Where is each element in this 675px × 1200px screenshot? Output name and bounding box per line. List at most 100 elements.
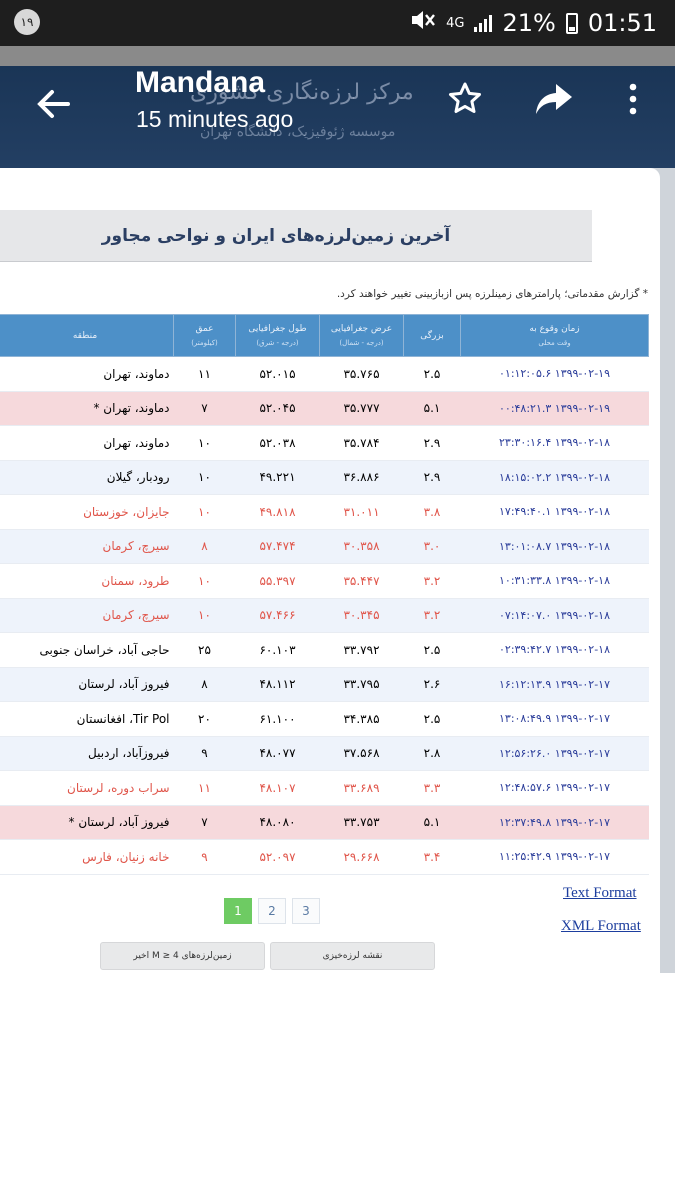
cell-mag: ۳.۴ — [403, 839, 461, 875]
cell-lon: ۴۹.۸۱۸ — [235, 494, 320, 530]
text-format-link[interactable]: Text Format — [563, 885, 637, 902]
cell-lat: ۳۰.۳۴۵ — [319, 598, 404, 633]
cell-depth: ۱۱ — [173, 356, 236, 392]
section-title: آخرین زمین‌لرزه‌های ایران و نواحی مجاور — [0, 210, 592, 262]
cell-lon: ۴۸.۱۰۷ — [235, 770, 320, 806]
network-type: 4G — [446, 15, 465, 31]
column-label: عرض جغرافیایی — [330, 323, 393, 334]
cell-lon: ۴۸.۰۷۷ — [235, 736, 320, 771]
table-row[interactable]: ۱۳۹۹-۰۲-۱۷ ۱۲:۳۷:۴۹.۸ ۵.۱ ۳۳.۷۵۳ ۴۸.۰۸۰ ۷ فیر… — [0, 805, 649, 840]
table-row[interactable]: ۱۳۹۹-۰۲-۱۷ ۱۶:۱۲:۱۳.۹ ۲.۶ ۳۳.۷۹۵ ۴۸.۱۱۲ ۸ فیر… — [0, 667, 649, 702]
cell-lon: ۴۹.۲۲۱ — [235, 460, 320, 495]
table-row[interactable]: ۱۳۹۹-۰۲-۱۷ ۱۲:۴۸:۵۷.۶ ۳.۳ ۳۳.۶۸۹ ۴۸.۱۰۷ ۱۱ سر… — [0, 770, 649, 806]
cell-lat: ۳۳.۶۸۹ — [319, 770, 404, 806]
cell-time: ۱۳۹۹-۰۲-۱۹ ۰۱:۱۲:۰۵.۶ — [460, 356, 649, 392]
column-label: طول جغرافیایی — [248, 323, 307, 334]
clock: 01:51 — [587, 9, 657, 37]
cell-region: دماوند، تهران * — [0, 391, 174, 426]
cell-lon: ۴۸.۰۸۰ — [235, 805, 320, 840]
cell-time: ۱۳۹۹-۰۲-۱۸ ۰۷:۱۴:۰۷.۰ — [460, 598, 649, 633]
cell-depth: ۱۰ — [173, 563, 236, 599]
cell-region: دماوند، تهران — [0, 425, 174, 461]
page-3-button[interactable]: 3 — [292, 898, 320, 924]
sender-name: Mandana — [135, 66, 266, 99]
seismicity-map-button[interactable]: نقشه لرزه‌خیزی — [270, 942, 435, 970]
table-row[interactable]: ۱۳۹۹-۰۲-۱۸ ۱۰:۳۱:۳۳.۸ ۳.۲ ۳۵.۴۴۷ ۵۵.۳۹۷ ۱۰ طر… — [0, 563, 649, 599]
cell-region: فیروز آباد، لرستان * — [0, 805, 174, 840]
cell-lon: ۵۷.۴۷۴ — [235, 529, 320, 564]
cell-mag: ۲.۵ — [403, 701, 461, 737]
cell-depth: ۲۵ — [173, 632, 236, 668]
table-row[interactable]: ۱۳۹۹-۰۲-۱۸ ۱۳:۰۱:۰۸.۷ ۳.۰ ۳۰.۳۵۸ ۵۷.۴۷۴ ۸ سیر… — [0, 529, 649, 564]
cell-time: ۱۳۹۹-۰۲-۱۸ ۰۲:۳۹:۴۲.۷ — [460, 632, 649, 668]
column-header: بزرگی — [403, 314, 461, 357]
cell-region: فیروزآباد، اردبیل — [0, 736, 174, 771]
cell-lat: ۳۳.۷۹۵ — [319, 667, 404, 702]
cell-time: ۱۳۹۹-۰۲-۱۷ ۱۲:۵۶:۲۶.۰ — [460, 736, 649, 771]
cell-lon: ۵۲.۰۴۵ — [235, 391, 320, 426]
column-sublabel: وقت محلی — [538, 338, 571, 347]
table-row[interactable]: ۱۳۹۹-۰۲-۱۸ ۰۲:۳۹:۴۲.۷ ۲.۵ ۳۳.۷۹۲ ۶۰.۱۰۳ ۲۵ حا… — [0, 632, 649, 668]
app-bar: مرکز لرزه‌نگاری کشوری موسسه ژئوفیزیک، دا… — [0, 66, 675, 168]
cell-region: فیروز آباد، لرستان — [0, 667, 174, 702]
table-row[interactable]: ۱۳۹۹-۰۲-۱۸ ۱۸:۱۵:۰۲.۲ ۲.۹ ۳۶.۸۸۶ ۴۹.۲۲۱ ۱۰ رو… — [0, 460, 649, 495]
column-sublabel: (درجه - شرق) — [256, 338, 299, 347]
xml-format-link[interactable]: XML Format — [561, 918, 641, 935]
cell-mag: ۳.۰ — [403, 529, 461, 564]
cell-time: ۱۳۹۹-۰۲-۱۸ ۱۸:۱۵:۰۲.۲ — [460, 460, 649, 495]
table-row[interactable]: ۱۳۹۹-۰۲-۱۸ ۰۷:۱۴:۰۷.۰ ۳.۲ ۳۰.۳۴۵ ۵۷.۴۶۶ ۱۰ سی… — [0, 598, 649, 633]
cell-lat: ۳۳.۷۹۲ — [319, 632, 404, 668]
cell-depth: ۸ — [173, 667, 236, 702]
cell-region: جایزان، خوزستان — [0, 494, 174, 530]
cell-region: طرود، سمنان — [0, 563, 174, 599]
cell-mag: ۳.۲ — [403, 563, 461, 599]
column-header: منطقه — [0, 314, 174, 357]
cell-time: ۱۳۹۹-۰۲-۱۷ ۱۳:۰۸:۴۹.۹ — [460, 701, 649, 737]
cell-time: ۱۳۹۹-۰۲-۱۷ ۱۶:۱۲:۱۳.۹ — [460, 667, 649, 702]
table-row[interactable]: ۱۳۹۹-۰۲-۱۷ ۱۳:۰۸:۴۹.۹ ۲.۵ ۳۴.۳۸۵ ۶۱.۱۰۰ ۲۰ Ti… — [0, 701, 649, 737]
more-options-icon[interactable] — [624, 80, 642, 122]
cell-depth: ۹ — [173, 839, 236, 875]
cell-region: Tir Pol، افغانستان — [0, 701, 174, 737]
cell-lat: ۳۵.۷۶۵ — [319, 356, 404, 392]
cell-mag: ۳.۸ — [403, 494, 461, 530]
page-1-button[interactable]: 1 — [224, 898, 252, 924]
cell-lon: ۵۷.۴۶۶ — [235, 598, 320, 633]
share-icon[interactable] — [534, 80, 574, 122]
cell-depth: ۹ — [173, 736, 236, 771]
back-arrow-icon[interactable] — [34, 84, 74, 124]
cell-lat: ۳۱.۰۱۱ — [319, 494, 404, 530]
cell-lon: ۶۰.۱۰۳ — [235, 632, 320, 668]
table-row[interactable]: ۱۳۹۹-۰۲-۱۸ ۱۷:۴۹:۴۰.۱ ۳.۸ ۳۱.۰۱۱ ۴۹.۸۱۸ ۱۰ جا… — [0, 494, 649, 530]
cell-region: سیرچ، کرمان — [0, 529, 174, 564]
status-bar: ١٩ 4G 21% 01:51 — [0, 0, 675, 46]
column-header: عرض جغرافیایی (درجه - شمال) — [319, 314, 404, 357]
column-header: زمان وقوع به وقت محلی — [460, 314, 649, 357]
cell-region: سراب دوره، لرستان — [0, 770, 174, 806]
cell-mag: ۲.۵ — [403, 356, 461, 392]
cell-depth: ۱۱ — [173, 770, 236, 806]
cell-depth: ۱۰ — [173, 460, 236, 495]
cell-depth: ۱۰ — [173, 494, 236, 530]
cell-time: ۱۳۹۹-۰۲-۱۸ ۲۳:۳۰:۱۶.۴ — [460, 425, 649, 461]
notification-badge: ١٩ — [14, 9, 40, 35]
column-sublabel: (درجه - شمال) — [339, 338, 384, 347]
column-label: عمق — [195, 323, 214, 334]
cell-mag: ۵.۱ — [403, 805, 461, 840]
column-label: منطقه — [72, 330, 98, 341]
cell-depth: ۷ — [173, 391, 236, 426]
page-2-button[interactable]: 2 — [258, 898, 286, 924]
recent-quakes-button[interactable]: زمین‌لرزه‌های M ≥ 4 اخیر — [100, 942, 265, 970]
table-row[interactable]: ۱۳۹۹-۰۲-۱۹ ۰۰:۴۸:۲۱.۳ ۵.۱ ۳۵.۷۷۷ ۵۲.۰۴۵ ۷ دما… — [0, 391, 649, 426]
cell-lon: ۵۲.۰۹۷ — [235, 839, 320, 875]
sent-time: 15 minutes ago — [136, 106, 294, 132]
table-row[interactable]: ۱۳۹۹-۰۲-۱۷ ۱۲:۵۶:۲۶.۰ ۲.۸ ۳۷.۵۶۸ ۴۸.۰۷۷ ۹ فیر… — [0, 736, 649, 771]
table-row[interactable]: ۱۳۹۹-۰۲-۱۸ ۲۳:۳۰:۱۶.۴ ۲.۹ ۳۵.۷۸۴ ۵۲.۰۳۸ ۱۰ دم… — [0, 425, 649, 461]
cell-depth: ۱۰ — [173, 598, 236, 633]
table-row[interactable]: ۱۳۹۹-۰۲-۱۹ ۰۱:۱۲:۰۵.۶ ۲.۵ ۳۵.۷۶۵ ۵۲.۰۱۵ ۱۱ دم… — [0, 356, 649, 392]
cell-region: خانه زنیان، فارس — [0, 839, 174, 875]
table-row[interactable]: ۱۳۹۹-۰۲-۱۷ ۱۱:۲۵:۴۲.۹ ۳.۴ ۲۹.۶۶۸ ۵۲.۰۹۷ ۹ خان… — [0, 839, 649, 875]
earthquake-table: زمان وقوع به وقت محلی بزرگی عرض جغرافیایی (د… — [0, 314, 649, 875]
star-icon[interactable] — [446, 80, 484, 122]
column-label: زمان وقوع به — [529, 323, 580, 334]
